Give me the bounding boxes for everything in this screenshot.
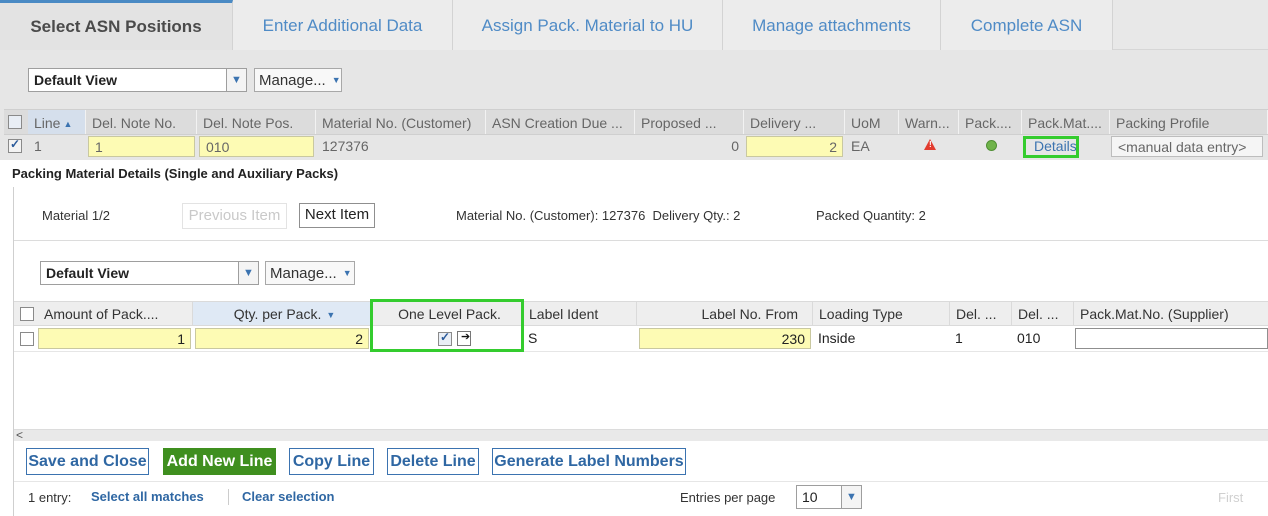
col-label-no-from[interactable]: Label No. From <box>637 302 813 325</box>
packing-profile-field[interactable]: <manual data entry> <box>1111 136 1263 157</box>
select-all-checkbox[interactable] <box>8 115 22 129</box>
tab-assign-pack-material[interactable]: Assign Pack. Material to HU <box>453 0 723 50</box>
col-material-no[interactable]: Material No. (Customer) <box>316 110 486 134</box>
packing-table-header: Amount of Pack.... Qty. per Pack. ▼ One L… <box>14 301 1268 326</box>
tab-select-asn-positions[interactable]: Select ASN Positions <box>0 0 233 50</box>
positions-table-header: Line ▲ Del. Note No. Del. Note Pos. Mater… <box>4 109 1268 135</box>
cell-uom: EA <box>851 138 870 154</box>
save-and-close-button[interactable]: Save and Close <box>26 448 149 475</box>
qty-per-pack-field[interactable]: 2 <box>195 328 369 349</box>
manage-button[interactable]: Manage... ▼ <box>254 68 342 92</box>
col-del-2[interactable]: Del. ... <box>1012 302 1074 325</box>
footer-separator <box>228 489 229 505</box>
col-warning[interactable]: Warn... <box>899 110 959 134</box>
cell-asn-due <box>486 136 635 157</box>
scroll-left-icon[interactable]: < <box>16 428 23 442</box>
panel-title: Packing Material Details (Single and Aux… <box>12 166 339 181</box>
chevron-down-icon: ▼ <box>342 268 352 278</box>
sort-descending-icon: ▼ <box>326 310 336 320</box>
col-uom[interactable]: UoM <box>845 110 899 134</box>
entries-per-page-label: Entries per page <box>680 490 776 505</box>
col-asn-creation-due[interactable]: ASN Creation Due ... <box>486 110 635 134</box>
col-pack-mat[interactable]: Pack.Mat.... <box>1022 110 1110 134</box>
view-select-value: Default View <box>34 72 117 88</box>
label-ident-value: S <box>528 330 538 346</box>
label-no-from-field[interactable]: 230 <box>639 328 811 349</box>
view-select[interactable]: Default View ▼ <box>28 68 247 92</box>
cell-material: 127376 <box>322 138 369 154</box>
col-label-ident[interactable]: Label Ident <box>523 302 637 325</box>
cell-del-note-no[interactable]: 1 <box>88 136 195 157</box>
col-del-note-no[interactable]: Del. Note No. <box>86 110 197 134</box>
material-info: Material No. (Customer): 127376 Delivery… <box>456 208 741 223</box>
cell-del-note-pos[interactable]: 010 <box>199 136 314 157</box>
add-new-line-button[interactable]: Add New Line <box>163 448 276 475</box>
col-proposed[interactable]: Proposed ... <box>635 110 744 134</box>
cell-delivery[interactable]: 2 <box>746 136 843 157</box>
chevron-down-icon[interactable]: ▼ <box>226 69 246 91</box>
wizard-tab-strip: Select ASN Positions Enter Additional Da… <box>0 0 1268 50</box>
pack-mat-supplier-field[interactable] <box>1075 328 1268 349</box>
del-1-value: 1 <box>955 330 963 346</box>
entries-per-page-value: 10 <box>802 489 818 505</box>
col-del-1[interactable]: Del. ... <box>950 302 1012 325</box>
generate-label-numbers-button[interactable]: Generate Label Numbers <box>492 448 686 475</box>
sort-ascending-icon: ▲ <box>63 119 73 129</box>
manage-button-label: Manage... <box>259 72 326 89</box>
warning-icon <box>924 139 936 150</box>
select-all-checkbox[interactable] <box>20 307 34 321</box>
row-checkbox[interactable] <box>20 332 34 346</box>
horizontal-scrollbar[interactable]: < <box>14 428 1268 442</box>
col-pack-status[interactable]: Pack.... <box>959 110 1022 134</box>
clear-selection-link[interactable]: Clear selection <box>242 489 335 504</box>
material-counter: Material 1/2 <box>42 208 110 223</box>
panel-manage-label: Manage... <box>270 265 337 282</box>
packed-quantity: Packed Quantity: 2 <box>816 208 926 223</box>
col-amount-of-pack[interactable]: Amount of Pack.... <box>38 302 193 325</box>
one-level-pack-highlight <box>370 299 524 352</box>
panel-divider <box>14 240 1268 241</box>
cell-line: 1 <box>34 138 42 154</box>
tab-enter-additional-data[interactable]: Enter Additional Data <box>233 0 453 50</box>
loading-type-value: Inside <box>818 330 856 346</box>
col-delivery[interactable]: Delivery ... <box>744 110 845 134</box>
previous-item-button[interactable]: Previous Item <box>182 203 287 229</box>
details-highlight <box>1023 136 1079 158</box>
panel-manage-button[interactable]: Manage... ▼ <box>265 261 355 285</box>
next-item-button[interactable]: Next Item <box>299 203 375 228</box>
delete-line-button[interactable]: Delete Line <box>387 448 479 475</box>
amount-of-pack-field[interactable]: 1 <box>38 328 191 349</box>
table-row[interactable]: 1 2 ➔ S 230 Inside 1 010 <box>14 326 1268 352</box>
col-pack-mat-supplier[interactable]: Pack.Mat.No. (Supplier) <box>1074 302 1268 325</box>
chevron-down-icon: ▼ <box>331 75 341 85</box>
chevron-down-icon[interactable]: ▼ <box>841 486 861 508</box>
panel-view-select[interactable]: Default View ▼ <box>40 261 259 285</box>
first-page-button[interactable]: First <box>1218 490 1243 505</box>
entries-count: 1 entry: <box>28 490 72 505</box>
footer-divider <box>14 481 1268 482</box>
status-ok-icon <box>986 140 997 151</box>
col-qty-per-pack[interactable]: Qty. per Pack. ▼ <box>193 302 371 325</box>
tab-manage-attachments[interactable]: Manage attachments <box>723 0 941 50</box>
tab-complete-asn[interactable]: Complete ASN <box>941 0 1113 50</box>
col-del-note-pos[interactable]: Del. Note Pos. <box>197 110 316 134</box>
panel-view-value: Default View <box>46 265 129 281</box>
select-all-matches-link[interactable]: Select all matches <box>91 489 204 504</box>
copy-line-button[interactable]: Copy Line <box>289 448 374 475</box>
entries-per-page-select[interactable]: 10 ▼ <box>796 485 862 509</box>
col-line[interactable]: Line ▲ <box>28 110 86 134</box>
col-packing-profile[interactable]: Packing Profile <box>1110 110 1268 134</box>
cell-proposed: 0 <box>731 138 739 154</box>
del-2-value: 010 <box>1017 330 1041 346</box>
chevron-down-icon[interactable]: ▼ <box>238 262 258 284</box>
col-loading-type[interactable]: Loading Type <box>813 302 950 325</box>
row-checkbox[interactable] <box>8 137 22 153</box>
